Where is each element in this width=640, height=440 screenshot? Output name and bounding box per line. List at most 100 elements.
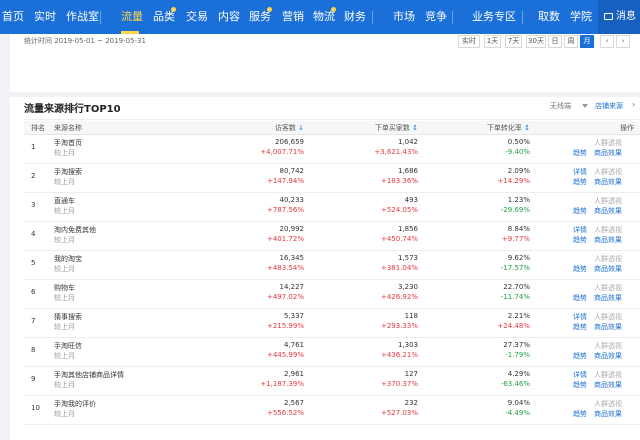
- visitors-change: +147.94%: [266, 177, 304, 185]
- nav-item[interactable]: 品类: [153, 0, 175, 34]
- date-range: 统计时间 2019-05-01 ~ 2019-05-31: [24, 37, 146, 45]
- period-button[interactable]: 1天: [484, 35, 501, 48]
- nav-item[interactable]: 首页: [2, 0, 24, 34]
- nav-item[interactable]: 实时: [34, 0, 56, 34]
- buyers-value: 1,303: [397, 341, 418, 349]
- trend-link[interactable]: 趋势: [573, 409, 587, 419]
- caret-down-icon[interactable]: [582, 104, 588, 108]
- buyers-change: +293.33%: [380, 322, 418, 330]
- details-link[interactable]: 详情: [573, 312, 587, 322]
- nav-item[interactable]: 业务专区: [472, 0, 516, 34]
- audience-link[interactable]: 人群透视: [594, 138, 622, 148]
- chevron-right-icon[interactable]: ›: [632, 100, 635, 109]
- rank-cell: 5: [31, 259, 36, 267]
- product-effect-link[interactable]: 商品效果: [594, 264, 622, 274]
- table-row: 1 手淘首页 较上月 206,659 +4,007.71% 1,042 +3,621.43%…: [24, 135, 640, 164]
- nav-item[interactable]: 竞争: [425, 0, 447, 34]
- sort-icon[interactable]: ↕: [412, 124, 418, 132]
- period-button[interactable]: 月: [580, 35, 594, 48]
- buyers-change: +436.21%: [380, 351, 418, 359]
- visitors-change: +1,187.39%: [260, 380, 304, 388]
- trend-link[interactable]: 趋势: [573, 293, 587, 303]
- nav-item[interactable]: 市场: [393, 0, 415, 34]
- nav-item[interactable]: 物流: [313, 0, 335, 34]
- nav-item[interactable]: 取数: [538, 0, 560, 34]
- trend-link[interactable]: 趋势: [573, 351, 587, 361]
- nav-item[interactable]: 服务: [249, 0, 271, 34]
- th-conversion[interactable]: 下单转化率 ↕: [487, 121, 530, 135]
- product-effect-link[interactable]: 商品效果: [594, 322, 622, 332]
- buyers-value: 118: [404, 312, 418, 320]
- details-link[interactable]: 详情: [573, 225, 587, 235]
- visitors-value: 20,992: [279, 225, 305, 233]
- product-effect-link[interactable]: 商品效果: [594, 206, 622, 216]
- nav-item[interactable]: 财务: [344, 0, 366, 34]
- device-dropdown[interactable]: 无线端: [550, 101, 571, 111]
- details-link[interactable]: 详情: [573, 370, 587, 380]
- source-name: 手淘搜索: [54, 168, 82, 176]
- period-button[interactable]: 30天: [526, 35, 546, 48]
- audience-link[interactable]: 人群透视: [594, 341, 622, 351]
- audience-link[interactable]: 人群透视: [594, 399, 622, 409]
- compare-label: 较上月: [54, 352, 75, 360]
- audience-link[interactable]: 人群透视: [594, 254, 622, 264]
- product-effect-link[interactable]: 商品效果: [594, 380, 622, 390]
- trend-link[interactable]: 趋势: [573, 322, 587, 332]
- audience-link[interactable]: 人群透视: [594, 312, 622, 322]
- product-effect-link[interactable]: 商品效果: [594, 351, 622, 361]
- conversion-change: +14.29%: [497, 177, 530, 185]
- conversion-value: 9.04%: [507, 399, 530, 407]
- trend-link[interactable]: 趋势: [573, 380, 587, 390]
- period-button[interactable]: 7天: [505, 35, 522, 48]
- th-buyers[interactable]: 下单买家数 ↕: [375, 121, 418, 135]
- table-row: 10 手淘我的评价 较上月 2,567 +556.52% 232 +527.03% 9.04%…: [24, 396, 640, 425]
- trend-link[interactable]: 趋势: [573, 206, 587, 216]
- audience-link[interactable]: 人群透视: [594, 196, 622, 206]
- chevron-right-icon[interactable]: ›: [616, 35, 630, 48]
- period-button[interactable]: 周: [564, 35, 578, 48]
- audience-link[interactable]: 人群透视: [594, 167, 622, 177]
- buyers-value: 127: [404, 370, 418, 378]
- nav-item[interactable]: 流量: [121, 0, 143, 34]
- th-action: 操作: [620, 124, 634, 132]
- nav-item[interactable]: 交易: [186, 0, 208, 34]
- product-effect-link[interactable]: 商品效果: [594, 409, 622, 419]
- audience-link[interactable]: 人群透视: [594, 225, 622, 235]
- period-button[interactable]: 日: [548, 35, 562, 48]
- source-name: 手淘旺信: [54, 342, 82, 350]
- buyers-change: +426.92%: [380, 293, 418, 301]
- nav-item[interactable]: 学院: [570, 0, 592, 34]
- source-name: 手淘首页: [54, 139, 82, 147]
- nav-item[interactable]: 作战室: [66, 0, 99, 34]
- sort-icon[interactable]: ↕: [524, 124, 530, 132]
- rank-cell: 8: [31, 346, 36, 354]
- product-effect-link[interactable]: 商品效果: [594, 177, 622, 187]
- th-visitors[interactable]: 访客数 ↓: [275, 121, 304, 135]
- table-row: 3 直通车 较上月 40,233 +787.56% 493 +524.05% 1.23% -29…: [24, 193, 640, 222]
- trend-link[interactable]: 趋势: [573, 264, 587, 274]
- product-effect-link[interactable]: 商品效果: [594, 293, 622, 303]
- buyers-change: +381.04%: [380, 264, 418, 272]
- audience-link[interactable]: 人群透视: [594, 283, 622, 293]
- trend-link[interactable]: 趋势: [573, 235, 587, 245]
- chevron-left-icon[interactable]: ‹: [600, 35, 614, 48]
- nav-divider: [100, 11, 101, 24]
- nav-item[interactable]: 营销: [282, 0, 304, 34]
- buyers-change: +527.03%: [380, 409, 418, 417]
- trend-link[interactable]: 趋势: [573, 148, 587, 158]
- visitors-value: 14,227: [279, 283, 305, 291]
- product-effect-link[interactable]: 商品效果: [594, 148, 622, 158]
- message-button[interactable]: 消息: [598, 0, 640, 34]
- store-source-link[interactable]: 店铺来源: [595, 101, 623, 111]
- details-link[interactable]: 详情: [573, 167, 587, 177]
- trend-link[interactable]: 趋势: [573, 177, 587, 187]
- audience-link[interactable]: 人群透视: [594, 370, 622, 380]
- conversion-change: -11.74%: [500, 293, 530, 301]
- nav-item[interactable]: 内容: [218, 0, 240, 34]
- sort-down-icon[interactable]: ↓: [298, 124, 304, 132]
- rank-cell: 9: [31, 375, 36, 383]
- source-name: 直通车: [54, 197, 75, 205]
- period-button[interactable]: 实时: [458, 35, 480, 48]
- product-effect-link[interactable]: 商品效果: [594, 235, 622, 245]
- conversion-change: +24.48%: [497, 322, 530, 330]
